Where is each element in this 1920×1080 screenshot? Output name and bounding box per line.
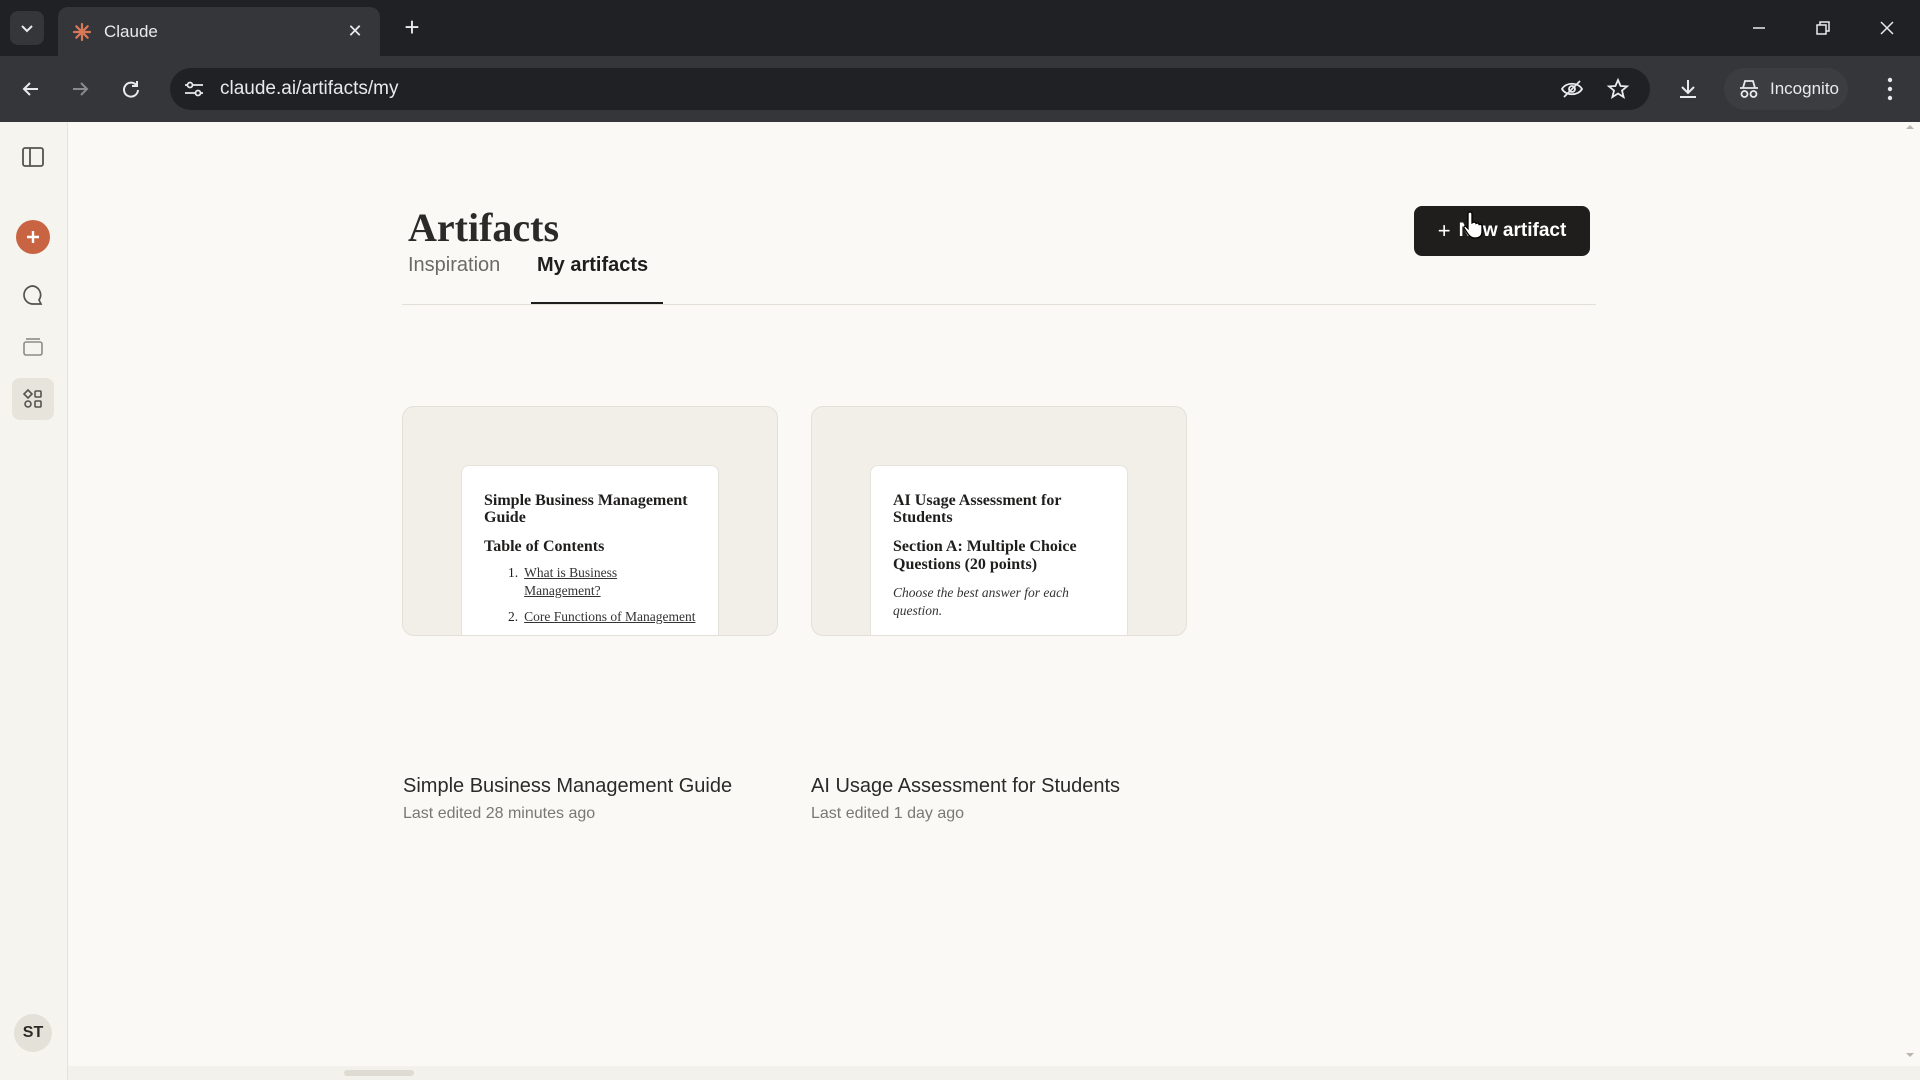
close-icon xyxy=(1880,21,1894,35)
chat-bubble-icon xyxy=(23,285,43,305)
claude-logo-icon xyxy=(72,22,92,41)
preview-note: Choose the best answer for each question… xyxy=(893,585,1069,618)
tab-my-artifacts[interactable]: My artifacts xyxy=(537,254,648,277)
preview-item-number: 2. xyxy=(508,609,519,624)
incognito-profile-button[interactable]: Incognito xyxy=(1724,68,1848,110)
forward-button[interactable] xyxy=(63,72,97,106)
artifact-card-title[interactable]: AI Usage Assessment for Students xyxy=(811,775,1120,798)
new-chat-button[interactable] xyxy=(12,216,54,258)
new-tab-button[interactable]: + xyxy=(396,12,428,44)
tab-search-button[interactable] xyxy=(10,11,44,45)
app-root: ST Artifacts + New artifact Inspiration … xyxy=(0,122,1920,1080)
arrow-left-icon xyxy=(22,82,38,96)
reload-button[interactable] xyxy=(114,72,148,106)
preview-list-item: 2. Core Functions of Management xyxy=(508,608,696,626)
sidebar-toggle-button[interactable] xyxy=(12,136,54,178)
eye-off-icon[interactable] xyxy=(1560,77,1584,101)
artifact-card-meta: Last edited 28 minutes ago xyxy=(403,805,596,822)
preview-list-item: 1. What is Business Management? xyxy=(508,564,696,600)
artifact-card-title[interactable]: Simple Business Management Guide xyxy=(403,775,732,798)
artifact-card[interactable]: Simple Business Management Guide Table o… xyxy=(402,406,778,636)
artifact-tabs: Inspiration My artifacts xyxy=(402,122,1596,306)
restore-icon xyxy=(1816,21,1830,35)
projects-icon xyxy=(23,338,43,356)
scroll-down-icon[interactable] xyxy=(1905,1050,1915,1060)
url-text[interactable]: claude.ai/artifacts/my xyxy=(220,78,398,100)
preview-heading: Section A: Multiple Choice Questions (20… xyxy=(893,538,1077,573)
projects-button[interactable] xyxy=(12,326,54,368)
back-button[interactable] xyxy=(14,72,48,106)
chevron-down-icon xyxy=(21,25,33,33)
sidebar-toggle-icon xyxy=(22,147,44,167)
artifact-preview: AI Usage Assessment for Students Section… xyxy=(870,465,1128,635)
scrollbar-thumb[interactable] xyxy=(344,1070,414,1076)
new-chat-circle xyxy=(16,220,50,254)
restore-button[interactable] xyxy=(1800,10,1846,46)
tabs-divider xyxy=(402,304,1596,305)
browser-tab[interactable]: Claude ✕ xyxy=(58,7,380,56)
browser-tab-title: Claude xyxy=(104,21,158,41)
artifact-preview: Simple Business Management Guide Table o… xyxy=(461,465,719,635)
scroll-up-icon[interactable] xyxy=(1905,122,1915,132)
minimize-button[interactable] xyxy=(1736,10,1782,46)
browser-tab-strip: Claude ✕ + xyxy=(0,0,1920,56)
preview-item-link: What is Business Management? xyxy=(524,565,618,598)
reload-icon xyxy=(123,81,139,98)
chats-button[interactable] xyxy=(12,274,54,316)
arrow-right-icon xyxy=(73,82,89,96)
horizontal-scrollbar[interactable] xyxy=(68,1066,1920,1080)
preview-item-link: Core Functions of Management xyxy=(524,609,696,624)
preview-title: AI Usage Assessment for Students xyxy=(893,492,1062,526)
artifact-card-meta: Last edited 1 day ago xyxy=(811,805,965,822)
preview-heading: Table of Contents xyxy=(484,538,605,555)
plus-icon xyxy=(27,231,39,243)
site-settings-icon[interactable] xyxy=(182,77,206,101)
browser-toolbar: claude.ai/artifacts/my Incognito xyxy=(0,56,1920,122)
incognito-icon xyxy=(1740,80,1758,98)
address-bar[interactable]: claude.ai/artifacts/my xyxy=(170,68,1650,110)
artifacts-button[interactable] xyxy=(12,378,54,420)
preview-title: Simple Business Management Guide xyxy=(484,492,688,526)
artifacts-icon xyxy=(22,388,42,408)
close-window-button[interactable] xyxy=(1864,10,1910,46)
incognito-label: Incognito xyxy=(1770,79,1839,98)
preview-list: 1. What is Business Management? 2. Core … xyxy=(484,564,696,626)
preview-item-number: 1. xyxy=(508,565,519,580)
download-icon[interactable] xyxy=(1676,77,1700,101)
sidebar-rail: ST xyxy=(0,122,68,1080)
star-icon[interactable] xyxy=(1606,77,1630,101)
tab-close-icon[interactable]: ✕ xyxy=(344,21,366,42)
tab-inspiration[interactable]: Inspiration xyxy=(408,254,500,277)
user-avatar[interactable]: ST xyxy=(14,1014,52,1052)
artifact-card[interactable]: AI Usage Assessment for Students Section… xyxy=(811,406,1187,636)
more-vert-icon[interactable] xyxy=(1878,75,1902,103)
minimize-icon xyxy=(1753,27,1765,29)
